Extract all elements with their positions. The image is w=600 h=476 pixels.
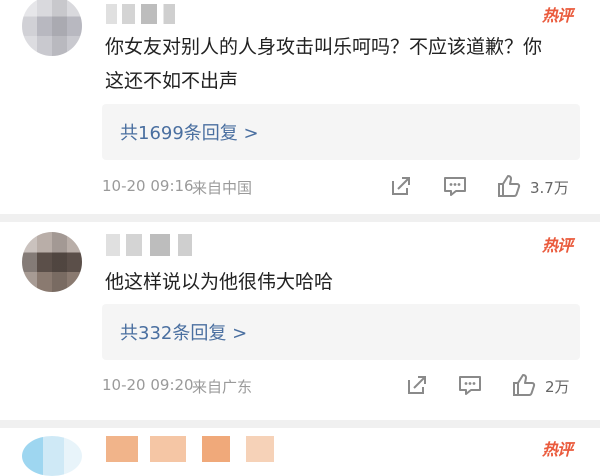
comment-text: 他这样说以为他很伟大哈哈 — [105, 271, 334, 293]
replies-link[interactable]: 共1699条回复 > — [120, 119, 259, 145]
hot-comment-badge: 热评 — [541, 236, 573, 255]
username-blurred[interactable] — [106, 436, 306, 462]
comment-text: 你女友对别人的人身攻击叫乐呵吗？不应该道歉？你这还不如不出声 — [105, 36, 543, 92]
comment-meta: 10-20 09:20 来自广东 2万 — [102, 370, 580, 400]
avatar[interactable] — [22, 436, 82, 476]
thumbs-up-icon[interactable] — [496, 173, 522, 199]
like-count: 3.7万 — [530, 179, 569, 197]
timestamp: 10-20 09:20 — [102, 376, 194, 394]
thumbs-up-icon[interactable] — [511, 372, 537, 398]
like-count: 2万 — [545, 378, 570, 396]
username-blurred[interactable] — [106, 4, 186, 24]
share-icon[interactable] — [404, 372, 430, 398]
comment-item: 热评 他这样说以为他很伟大哈哈 共332条回复 > 10-20 09:20 来自… — [0, 222, 600, 422]
comment-meta: 10-20 09:16 来自中国 3.7万 — [102, 171, 580, 201]
avatar[interactable] — [22, 232, 82, 292]
username-blurred[interactable] — [106, 234, 206, 256]
timestamp: 10-20 09:16 — [102, 177, 194, 195]
location-source: 来自中国 — [192, 179, 253, 197]
comment-icon[interactable] — [457, 372, 483, 398]
replies-box[interactable]: 共332条回复 > — [102, 304, 580, 360]
divider — [0, 420, 600, 428]
comment-icon[interactable] — [442, 173, 468, 199]
hot-comment-badge: 热评 — [541, 440, 573, 459]
avatar[interactable] — [22, 0, 82, 56]
comment-item: 热评 你女友对别人的人身攻击叫乐呵吗？不应该道歉？你这还不如不出声 共1699条… — [0, 0, 600, 215]
replies-link[interactable]: 共332条回复 > — [120, 319, 247, 345]
comment-item: 热评 — [0, 428, 600, 476]
share-icon[interactable] — [388, 173, 414, 199]
hot-comment-badge: 热评 — [541, 6, 573, 25]
divider — [0, 214, 600, 222]
location-source: 来自广东 — [192, 378, 253, 396]
replies-box[interactable]: 共1699条回复 > — [102, 104, 580, 160]
